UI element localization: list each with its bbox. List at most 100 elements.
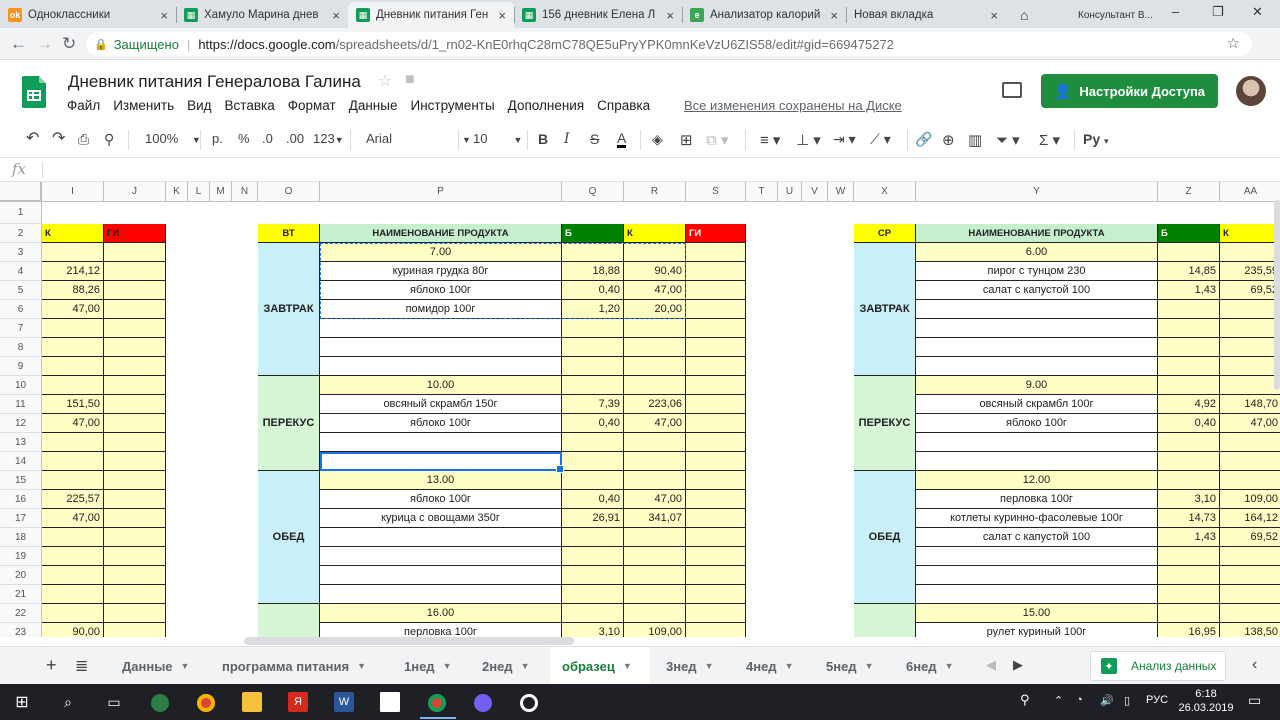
protein-cell[interactable] — [1158, 243, 1220, 262]
grid-cell[interactable]: 47,00 — [42, 300, 104, 319]
close-tab-icon[interactable]: × — [160, 8, 168, 23]
product-name-cell[interactable] — [320, 452, 562, 471]
protein-cell[interactable]: 26,91 — [562, 509, 624, 528]
product-name-cell[interactable]: яблоко 100г — [320, 281, 562, 300]
insert-link-icon[interactable]: 🔗 — [915, 131, 932, 148]
redo-icon[interactable]: ↷ — [52, 128, 65, 148]
protein-cell[interactable] — [562, 585, 624, 604]
tray-expand-icon[interactable]: ⌃ — [1054, 694, 1063, 707]
file-explorer-icon[interactable] — [242, 692, 262, 712]
calories-cell[interactable] — [1220, 547, 1280, 566]
browser-tab[interactable]: ok Одноклассники × — [0, 2, 176, 28]
yandex-browser-icon[interactable]: Я — [288, 692, 308, 712]
chevron-down-icon[interactable]: ▼ — [443, 661, 452, 671]
strikethrough-button[interactable]: S — [590, 131, 599, 147]
calories-cell[interactable]: 109,00 — [624, 623, 686, 637]
avatar[interactable] — [1236, 76, 1266, 106]
sheet-tab[interactable]: Данные ▼ — [110, 647, 200, 685]
protein-cell[interactable] — [1158, 376, 1220, 395]
task-view-icon[interactable]: ▭ — [104, 692, 124, 712]
protein-cell[interactable]: 1,43 — [1158, 281, 1220, 300]
calories-cell[interactable] — [624, 547, 686, 566]
product-name-cell[interactable]: 9.00 — [916, 376, 1158, 395]
calories-cell[interactable] — [1220, 604, 1280, 623]
grid-cell[interactable] — [104, 509, 166, 528]
protein-cell[interactable] — [1158, 357, 1220, 376]
browser-tab[interactable]: Новая вкладка × — [846, 2, 1006, 28]
calories-cell[interactable] — [624, 338, 686, 357]
text-wrap-icon[interactable]: ⇥ ▾ — [833, 131, 856, 148]
protein-cell[interactable]: 0,40 — [562, 281, 624, 300]
sheet-tab[interactable]: 3нед ▼ — [654, 647, 726, 685]
meal-lunch-cell[interactable]: ОБЕД — [854, 471, 916, 604]
product-name-cell[interactable] — [916, 566, 1158, 585]
document-icon[interactable] — [380, 692, 400, 712]
search-icon[interactable]: ⌕ — [58, 692, 78, 712]
all-sheets-icon[interactable]: ≣ — [75, 656, 88, 676]
product-name-cell[interactable]: 6.00 — [916, 243, 1158, 262]
meal-breakfast-cell[interactable]: ЗАВТРАК — [258, 243, 320, 376]
language-indicator[interactable]: РУС — [1146, 694, 1168, 706]
column-header[interactable]: M — [210, 182, 232, 202]
gi-cell[interactable] — [686, 319, 746, 338]
grid-cell[interactable] — [42, 566, 104, 585]
paint-format-icon[interactable]: ⚲ — [104, 131, 114, 148]
row-header[interactable]: 4 — [0, 262, 42, 281]
product-name-cell[interactable]: перловка 100г — [916, 490, 1158, 509]
undo-icon[interactable]: ↶ — [26, 128, 39, 148]
calories-cell[interactable] — [1220, 300, 1280, 319]
product-name-cell[interactable]: рулет куриный 100г — [916, 623, 1158, 637]
close-window-icon[interactable]: ✕ — [1252, 4, 1263, 20]
grid-cell[interactable]: 90,00 — [42, 623, 104, 637]
calories-cell[interactable]: 47,00 — [1220, 414, 1280, 433]
grid-cell[interactable] — [42, 547, 104, 566]
grid-cell[interactable] — [104, 528, 166, 547]
vertical-scrollbar[interactable] — [1274, 200, 1280, 390]
more-formats-button[interactable]: 123▼ — [313, 131, 344, 146]
protein-cell[interactable] — [1158, 471, 1220, 490]
grid-cell[interactable] — [42, 319, 104, 338]
protein-cell[interactable]: 0,40 — [562, 414, 624, 433]
calories-cell[interactable]: 109,00 — [1220, 490, 1280, 509]
chevron-down-icon[interactable]: ▼ — [785, 661, 794, 671]
product-name-cell[interactable]: 7.00 — [320, 243, 562, 262]
protein-cell[interactable] — [562, 357, 624, 376]
grid-cell[interactable] — [104, 262, 166, 281]
column-header[interactable]: O — [258, 182, 320, 202]
grid-cell[interactable]: 47,00 — [42, 414, 104, 433]
sheet-tab[interactable]: программа питания ▼ — [210, 647, 382, 685]
bookmark-star-icon[interactable]: ☆ — [1227, 34, 1240, 52]
protein-cell[interactable]: 3,10 — [1158, 490, 1220, 509]
product-name-cell[interactable] — [320, 357, 562, 376]
browser-tab[interactable]: ▦ 156 дневник Елена Л × — [514, 2, 682, 28]
chevron-down-icon[interactable]: ▼ — [705, 661, 714, 671]
grid-cell[interactable] — [104, 281, 166, 300]
grid-cell[interactable] — [104, 243, 166, 262]
insert-chart-icon[interactable]: ▥ — [968, 131, 982, 149]
close-tab-icon[interactable]: × — [666, 8, 674, 23]
product-name-cell[interactable]: салат с капустой 100 — [916, 528, 1158, 547]
product-name-cell[interactable]: овсяный скрамбл 150г — [320, 395, 562, 414]
calories-cell[interactable]: 148,70 — [1220, 395, 1280, 414]
product-name-cell[interactable]: 16.00 — [320, 604, 562, 623]
protein-cell[interactable]: 18,88 — [562, 262, 624, 281]
insert-comment-icon[interactable]: ⊕ — [942, 131, 955, 149]
star-icon[interactable]: ☆ — [378, 71, 392, 91]
sheet-tab[interactable]: образец ▼ — [550, 647, 650, 685]
grid-cell[interactable] — [104, 566, 166, 585]
windows-start-icon[interactable]: ⊞ — [12, 692, 32, 712]
people-app-icon[interactable] — [151, 694, 169, 712]
calories-cell[interactable] — [624, 604, 686, 623]
column-header[interactable]: J — [104, 182, 166, 202]
chevron-down-icon[interactable]: ▼ — [357, 661, 366, 671]
calories-cell[interactable] — [1220, 471, 1280, 490]
row-header[interactable]: 9 — [0, 357, 42, 376]
calories-cell[interactable]: 47,00 — [624, 490, 686, 509]
sheet-tab[interactable]: 1нед ▼ — [392, 647, 462, 685]
sheet-tab[interactable]: 6нед ▼ — [894, 647, 966, 685]
volume-icon[interactable]: 🔊 — [1100, 694, 1114, 707]
column-header[interactable]: Q — [562, 182, 624, 202]
row-header[interactable]: 23 — [0, 623, 42, 637]
grid-cell[interactable] — [42, 433, 104, 452]
scroll-sheets-left-icon[interactable]: ◀ — [986, 657, 996, 673]
